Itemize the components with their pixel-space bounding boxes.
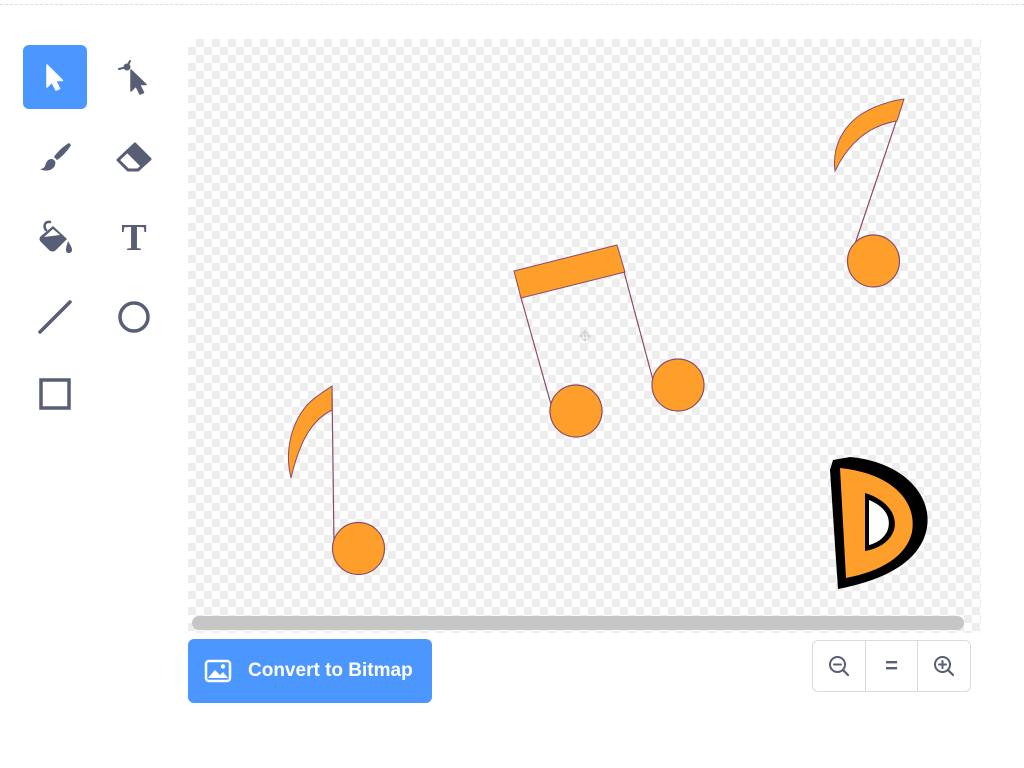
line-icon — [38, 300, 72, 334]
zoom-out-button[interactable] — [813, 641, 865, 691]
eraser-tool-button[interactable] — [102, 125, 166, 189]
text-tool-icon: T — [121, 217, 146, 257]
convert-to-bitmap-button[interactable]: Convert to Bitmap — [188, 639, 432, 703]
brush-icon — [40, 143, 71, 171]
rectangle-icon — [39, 378, 71, 410]
circle-tool-button[interactable] — [102, 285, 166, 349]
zoom-in-button[interactable] — [917, 641, 970, 691]
rectangle-tool-button[interactable] — [23, 362, 87, 426]
top-divider — [0, 4, 1024, 5]
beamed-notes-center[interactable] — [513, 244, 705, 438]
canvas-artwork — [288, 98, 928, 589]
zoom-in-icon — [934, 656, 955, 677]
reshape-pointer-icon — [118, 60, 147, 95]
horizontal-scrollbar[interactable] — [192, 616, 964, 630]
convert-to-bitmap-label: Convert to Bitmap — [248, 660, 413, 681]
zoom-controls: = — [812, 640, 971, 692]
select-tool-button[interactable] — [23, 45, 87, 109]
paint-bucket-icon — [39, 220, 72, 253]
text-tool-button[interactable]: T — [102, 205, 166, 269]
eighth-note-left[interactable] — [288, 385, 386, 576]
arrow-pointer-icon — [46, 64, 64, 91]
zoom-out-icon — [828, 656, 849, 677]
text-tool-glyph: T — [121, 217, 146, 257]
paint-canvas[interactable] — [188, 39, 981, 633]
letter-d-logo[interactable] — [830, 457, 928, 589]
reshape-tool-button[interactable] — [102, 45, 166, 109]
eraser-icon — [116, 142, 152, 172]
fill-tool-button[interactable] — [23, 205, 87, 269]
circle-icon — [118, 301, 150, 333]
image-icon — [204, 659, 232, 683]
zoom-reset-button[interactable]: = — [864, 641, 918, 691]
line-tool-button[interactable] — [23, 285, 87, 349]
zoom-reset-label: = — [885, 653, 898, 678]
eighth-note-top-right[interactable] — [833, 98, 905, 288]
brush-tool-button[interactable] — [23, 125, 87, 189]
